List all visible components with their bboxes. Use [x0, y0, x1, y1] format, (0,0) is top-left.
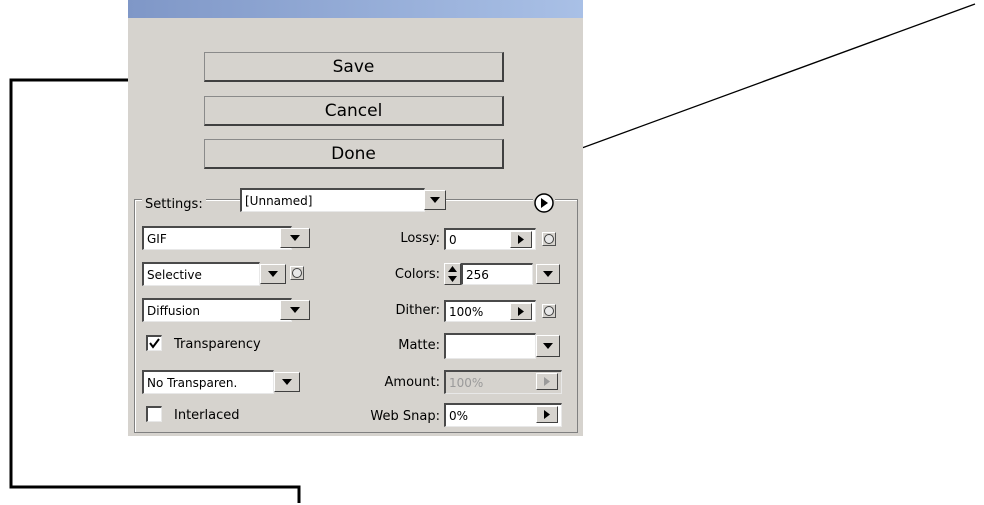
menu-button[interactable]	[533, 192, 555, 214]
dither-mask-button[interactable]	[542, 304, 556, 318]
lossy-spinner[interactable]	[510, 231, 532, 248]
colors-stepper[interactable]	[444, 263, 461, 285]
dither-value: 100%	[449, 304, 484, 319]
websnap-value: 0%	[449, 408, 469, 423]
title-bar	[128, 0, 583, 18]
triangle-right-icon	[518, 307, 524, 316]
triangle-right-icon	[518, 235, 524, 244]
dither-label: Dither:	[395, 303, 440, 318]
play-menu-icon	[534, 193, 554, 213]
lossy-label: Lossy:	[400, 231, 440, 246]
transparency-dither-select[interactable]: No Transparen.	[142, 370, 274, 394]
colors-input[interactable]: 256	[461, 263, 533, 285]
lossy-value: 0	[449, 232, 457, 247]
reduction-mask-button[interactable]	[290, 266, 304, 280]
matte-input[interactable]	[444, 333, 536, 359]
settings-preset-value: [Unnamed]	[245, 193, 313, 208]
cancel-button[interactable]: Cancel	[204, 96, 504, 126]
dither-spinner[interactable]	[510, 303, 532, 320]
done-button[interactable]: Done	[204, 139, 504, 169]
reduction-dropdown[interactable]	[260, 264, 286, 284]
transparency-checkbox[interactable]	[146, 335, 162, 351]
settings-preset-select[interactable]: [Unnamed]	[240, 188, 425, 212]
chevron-down-icon	[543, 271, 553, 277]
mask-icon	[544, 306, 554, 316]
reduction-value: Selective	[147, 267, 202, 282]
settings-label: Settings:	[142, 196, 206, 212]
dither-algorithm-value: Diffusion	[147, 303, 200, 318]
chevron-down-icon	[543, 343, 553, 349]
format-dropdown[interactable]	[280, 228, 310, 248]
up-down-icon	[448, 266, 457, 282]
colors-value: 256	[466, 267, 489, 282]
chevron-down-icon	[290, 307, 300, 313]
websnap-spinner[interactable]	[536, 406, 558, 423]
matte-dropdown[interactable]	[536, 335, 560, 357]
transparency-dither-value: No Transparen.	[147, 375, 238, 390]
interlaced-checkbox[interactable]	[146, 406, 162, 422]
chevron-down-icon	[430, 197, 440, 203]
format-select[interactable]: GIF	[142, 226, 292, 250]
mask-icon	[292, 268, 302, 278]
amount-spinner[interactable]	[536, 373, 558, 390]
triangle-right-icon	[544, 410, 550, 419]
format-value: GIF	[147, 231, 167, 246]
settings-preset-dropdown[interactable]	[424, 190, 446, 210]
transparency-dither-dropdown[interactable]	[274, 372, 300, 392]
colors-dropdown[interactable]	[536, 264, 560, 284]
mask-icon	[544, 234, 554, 244]
chevron-down-icon	[268, 271, 278, 277]
chevron-down-icon	[282, 379, 292, 385]
amount-label: Amount:	[384, 375, 440, 390]
dither-algorithm-dropdown[interactable]	[280, 300, 310, 320]
triangle-right-icon	[544, 377, 550, 386]
interlaced-label: Interlaced	[174, 408, 240, 423]
lossy-mask-button[interactable]	[542, 232, 556, 246]
transparency-label: Transparency	[174, 337, 261, 352]
optimize-panel: Save Cancel Done Settings: [Unnamed] GIF…	[128, 0, 583, 436]
websnap-label: Web Snap:	[370, 409, 440, 424]
save-button[interactable]: Save	[204, 52, 504, 82]
matte-label: Matte:	[398, 338, 440, 353]
reduction-select[interactable]: Selective	[142, 262, 260, 286]
amount-value: 100%	[449, 375, 484, 390]
checkmark-icon	[149, 338, 160, 349]
chevron-down-icon	[290, 235, 300, 241]
colors-label: Colors:	[394, 267, 440, 282]
dither-algorithm-select[interactable]: Diffusion	[142, 298, 292, 322]
